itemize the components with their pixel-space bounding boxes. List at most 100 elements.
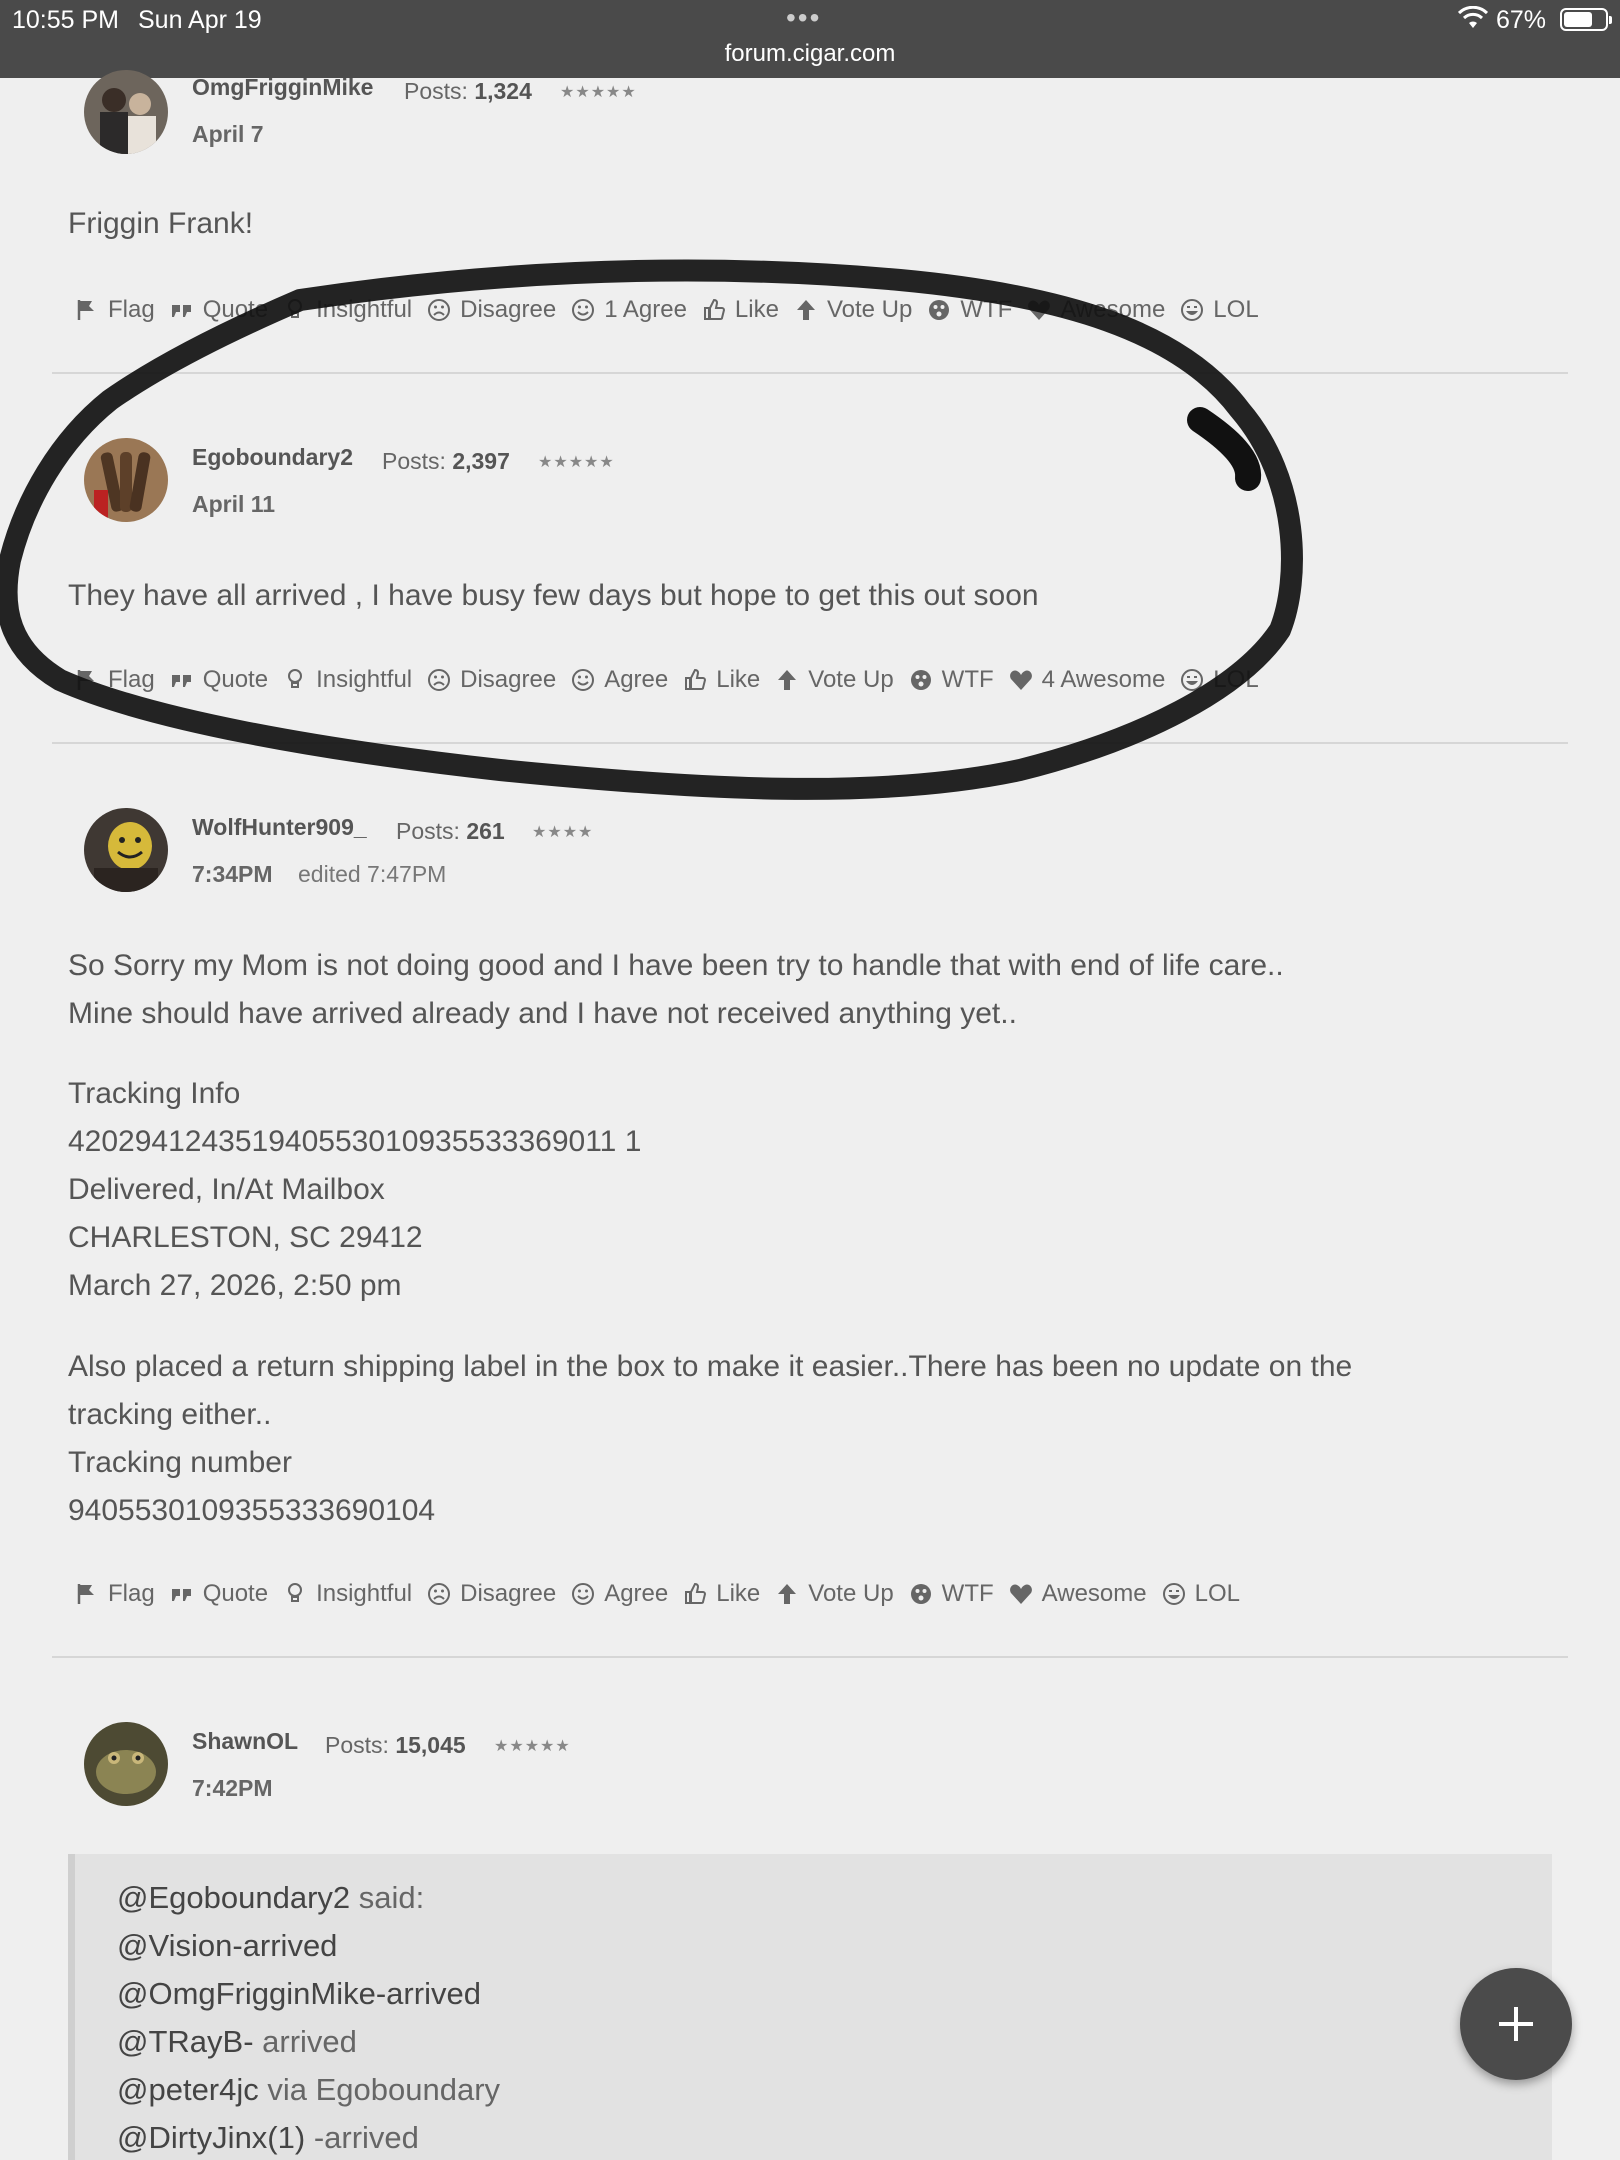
lol-button[interactable]: LOL	[1179, 666, 1259, 694]
frown-icon	[428, 669, 451, 691]
quote-author-mention[interactable]: @Egoboundary2	[117, 1880, 350, 1915]
post-count: Posts: 15,045	[325, 1732, 466, 1758]
insightful-button[interactable]: Insightful	[282, 1580, 412, 1608]
heart-icon	[1028, 300, 1051, 320]
mention-link[interactable]: @TRayB-	[117, 2024, 254, 2059]
flag-button[interactable]: Flag	[74, 666, 155, 694]
lol-button[interactable]: LOL	[1161, 1580, 1240, 1608]
quote-header: @Egoboundary2 said:	[117, 1880, 425, 1915]
post-body: They have all arrived , I have busy few …	[68, 572, 1568, 620]
vote-up-button[interactable]: Vote Up	[774, 666, 894, 694]
post-username[interactable]: WolfHunter909_	[192, 814, 367, 841]
lightbulb-icon	[288, 299, 303, 318]
insightful-button[interactable]: Insightful	[282, 666, 412, 694]
post-divider	[52, 1656, 1568, 1658]
flag-icon	[77, 300, 94, 320]
awesome-button[interactable]: Awesome	[1026, 296, 1165, 324]
insightful-button[interactable]: Insightful	[282, 296, 412, 324]
post-body: Friggin Frank!	[68, 200, 1568, 248]
quote-icon	[171, 675, 191, 687]
avatar[interactable]	[84, 808, 168, 892]
flag-button[interactable]: Flag	[74, 296, 155, 324]
post-username[interactable]: OmgFrigginMike	[192, 74, 373, 101]
avatar[interactable]	[84, 1722, 168, 1806]
post-body: So Sorry my Mom is not doing good and I …	[68, 942, 1568, 1535]
quote-line: @OmgFrigginMike-arrived	[117, 1976, 481, 2012]
post-body-line: Delivered, In/At Mailbox	[68, 1173, 385, 1206]
tracking-number: 420294124351940553010935533369011 1	[68, 1125, 642, 1158]
post-username[interactable]: Egoboundary2	[192, 444, 353, 471]
lightbulb-icon	[288, 669, 303, 688]
url-bar[interactable]: forum.cigar.com	[0, 40, 1620, 68]
quote-button[interactable]: Quote	[169, 1580, 268, 1608]
rank-stars: ★★★★	[532, 824, 594, 841]
rank-stars: ★★★★★	[494, 1738, 571, 1755]
mention-link[interactable]: @Vision-arrived	[117, 1928, 337, 1963]
post-count: Posts: 1,324	[404, 78, 532, 104]
post-actions: Flag Quote Insightful Disagree Agree Lik…	[74, 1574, 1254, 1614]
flag-button[interactable]: Flag	[74, 1580, 155, 1608]
quote-icon	[171, 305, 191, 317]
quote-button[interactable]: Quote	[169, 296, 268, 324]
wtf-button[interactable]: WTF	[908, 666, 994, 694]
frown-icon	[428, 299, 451, 321]
rank-stars: ★★★★★	[560, 84, 637, 101]
quote-block: @Egoboundary2 said: @Vision-arrived @Omg…	[68, 1854, 1552, 2160]
disagree-button[interactable]: Disagree	[426, 666, 556, 694]
smile-icon	[572, 299, 595, 321]
post-date[interactable]: April 7	[192, 121, 264, 148]
quote-line: @Vision-arrived	[117, 1928, 337, 1964]
wtf-button[interactable]: WTF	[926, 296, 1012, 324]
mention-link[interactable]: @peter4jc	[117, 2072, 259, 2107]
quote-button[interactable]: Quote	[169, 666, 268, 694]
avatar[interactable]	[84, 438, 168, 522]
agree-button[interactable]: 1 Agree	[570, 296, 687, 324]
like-button[interactable]: Like	[701, 296, 779, 324]
post-divider	[52, 742, 1568, 744]
shocked-face-icon	[910, 1584, 931, 1604]
shocked-face-icon	[929, 300, 950, 320]
awesome-button[interactable]: 4 Awesome	[1008, 666, 1165, 694]
post-username[interactable]: ShawnOL	[192, 1728, 298, 1755]
awesome-button[interactable]: Awesome	[1008, 1580, 1147, 1608]
post-date[interactable]: 7:34PM	[192, 861, 273, 888]
lol-button[interactable]: LOL	[1179, 296, 1259, 324]
post-divider	[52, 372, 1568, 374]
battery-icon	[1560, 8, 1612, 31]
smile-icon	[572, 1583, 595, 1605]
flag-icon	[77, 670, 94, 690]
post-body-line: Friggin Frank!	[68, 207, 254, 240]
agree-button[interactable]: Agree	[570, 666, 668, 694]
like-button[interactable]: Like	[682, 666, 760, 694]
vote-up-button[interactable]: Vote Up	[774, 1580, 894, 1608]
smile-icon	[572, 669, 595, 691]
new-post-button[interactable]	[1460, 1968, 1572, 2080]
like-button[interactable]: Like	[682, 1580, 760, 1608]
disagree-button[interactable]: Disagree	[426, 1580, 556, 1608]
rank-stars: ★★★★★	[538, 454, 615, 471]
status-time: 10:55 PM	[12, 6, 120, 34]
disagree-button[interactable]: Disagree	[426, 296, 556, 324]
flag-icon	[77, 1584, 94, 1604]
more-dots-icon[interactable]: •••	[786, 2, 821, 34]
post-body-line: They have all arrived , I have busy few …	[68, 579, 1039, 612]
arrow-up-icon	[778, 1584, 797, 1604]
quote-line: @DirtyJinx(1) -arrived	[117, 2120, 419, 2155]
mention-link[interactable]: @OmgFrigginMike-arrived	[117, 1976, 481, 2011]
post-actions: Flag Quote Insightful Disagree 1 Agree L…	[74, 290, 1273, 330]
post-count: Posts: 261	[396, 818, 505, 844]
wifi-icon	[1458, 6, 1488, 28]
wtf-button[interactable]: WTF	[908, 1580, 994, 1608]
tracking-number: 9405530109355333690104	[68, 1494, 436, 1527]
laugh-icon	[1181, 669, 1204, 691]
quote-line: @TRayB- arrived	[117, 2024, 357, 2059]
post-date[interactable]: April 11	[192, 491, 275, 518]
agree-button[interactable]: Agree	[570, 1580, 668, 1608]
post-body-line: So Sorry my Mom is not doing good and I …	[68, 949, 1284, 982]
mention-link[interactable]: @DirtyJinx(1)	[117, 2120, 305, 2155]
thumbs-up-icon	[685, 668, 707, 690]
vote-up-button[interactable]: Vote Up	[793, 296, 912, 324]
avatar[interactable]	[84, 70, 168, 154]
shocked-face-icon	[910, 670, 931, 690]
post-date[interactable]: 7:42PM	[192, 1775, 273, 1802]
